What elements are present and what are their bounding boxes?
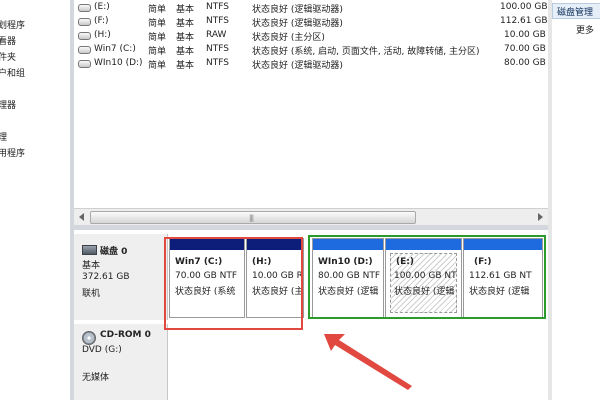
actions-header[interactable]: 磁盘管理 xyxy=(552,3,600,19)
actions-pane: 磁盘管理 更多 xyxy=(552,0,600,400)
actions-header-label: 磁盘管理 xyxy=(557,8,594,18)
annotation-arrow-icon xyxy=(324,334,412,390)
more-actions-link[interactable]: 更多 xyxy=(576,23,594,36)
